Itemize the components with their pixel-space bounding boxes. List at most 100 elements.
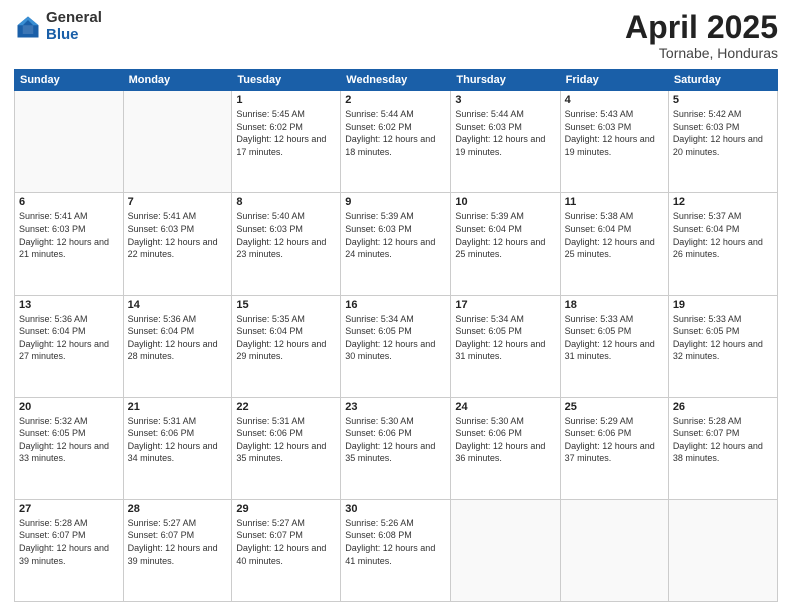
day-info: Sunrise: 5:36 AM Sunset: 6:04 PM Dayligh… [19, 313, 119, 363]
calendar-day-cell [668, 499, 777, 601]
calendar-day-cell: 9 Sunrise: 5:39 AM Sunset: 6:03 PM Daylig… [341, 193, 451, 295]
day-info: Sunrise: 5:44 AM Sunset: 6:02 PM Dayligh… [345, 108, 446, 158]
calendar-day-cell: 19 Sunrise: 5:33 AM Sunset: 6:05 PM Dayli… [668, 295, 777, 397]
day-info: Sunrise: 5:33 AM Sunset: 6:05 PM Dayligh… [673, 313, 773, 363]
page: General Blue April 2025 Tornabe, Hondura… [0, 0, 792, 612]
day-number: 18 [565, 299, 664, 311]
calendar-day-cell: 15 Sunrise: 5:35 AM Sunset: 6:04 PM Dayli… [232, 295, 341, 397]
day-info: Sunrise: 5:43 AM Sunset: 6:03 PM Dayligh… [565, 108, 664, 158]
day-number: 22 [236, 401, 336, 413]
header: General Blue April 2025 Tornabe, Hondura… [14, 10, 778, 61]
calendar-day-cell: 20 Sunrise: 5:32 AM Sunset: 6:05 PM Dayli… [15, 397, 124, 499]
day-info: Sunrise: 5:41 AM Sunset: 6:03 PM Dayligh… [128, 210, 228, 260]
header-sunday: Sunday [15, 70, 124, 91]
day-info: Sunrise: 5:29 AM Sunset: 6:06 PM Dayligh… [565, 415, 664, 465]
day-number: 9 [345, 196, 446, 208]
day-info: Sunrise: 5:32 AM Sunset: 6:05 PM Dayligh… [19, 415, 119, 465]
day-info: Sunrise: 5:38 AM Sunset: 6:04 PM Dayligh… [565, 210, 664, 260]
weekday-header-row: Sunday Monday Tuesday Wednesday Thursday… [15, 70, 778, 91]
day-number: 27 [19, 503, 119, 515]
day-number: 6 [19, 196, 119, 208]
calendar-day-cell: 27 Sunrise: 5:28 AM Sunset: 6:07 PM Dayli… [15, 499, 124, 601]
day-number: 30 [345, 503, 446, 515]
header-saturday: Saturday [668, 70, 777, 91]
day-number: 20 [19, 401, 119, 413]
day-info: Sunrise: 5:33 AM Sunset: 6:05 PM Dayligh… [565, 313, 664, 363]
day-number: 24 [455, 401, 555, 413]
day-info: Sunrise: 5:34 AM Sunset: 6:05 PM Dayligh… [345, 313, 446, 363]
header-friday: Friday [560, 70, 668, 91]
day-number: 26 [673, 401, 773, 413]
day-number: 12 [673, 196, 773, 208]
day-info: Sunrise: 5:27 AM Sunset: 6:07 PM Dayligh… [128, 517, 228, 567]
title-block: April 2025 Tornabe, Honduras [625, 10, 778, 61]
day-info: Sunrise: 5:36 AM Sunset: 6:04 PM Dayligh… [128, 313, 228, 363]
day-info: Sunrise: 5:41 AM Sunset: 6:03 PM Dayligh… [19, 210, 119, 260]
day-number: 7 [128, 196, 228, 208]
day-number: 21 [128, 401, 228, 413]
logo-blue: Blue [46, 27, 102, 44]
calendar-week-row: 27 Sunrise: 5:28 AM Sunset: 6:07 PM Dayli… [15, 499, 778, 601]
calendar-day-cell: 2 Sunrise: 5:44 AM Sunset: 6:02 PM Daylig… [341, 91, 451, 193]
calendar-day-cell: 11Sunrise: 5:38 AM Sunset: 6:04 PM Dayli… [560, 193, 668, 295]
day-number: 5 [673, 94, 773, 106]
calendar-week-row: 20 Sunrise: 5:32 AM Sunset: 6:05 PM Dayli… [15, 397, 778, 499]
calendar-day-cell: 26Sunrise: 5:28 AM Sunset: 6:07 PM Dayli… [668, 397, 777, 499]
day-number: 10 [455, 196, 555, 208]
calendar-day-cell: 6 Sunrise: 5:41 AM Sunset: 6:03 PM Daylig… [15, 193, 124, 295]
calendar-day-cell: 3Sunrise: 5:44 AM Sunset: 6:03 PM Daylig… [451, 91, 560, 193]
day-number: 14 [128, 299, 228, 311]
day-info: Sunrise: 5:37 AM Sunset: 6:04 PM Dayligh… [673, 210, 773, 260]
calendar-day-cell: 5 Sunrise: 5:42 AM Sunset: 6:03 PM Daylig… [668, 91, 777, 193]
calendar-table: Sunday Monday Tuesday Wednesday Thursday… [14, 69, 778, 602]
day-number: 15 [236, 299, 336, 311]
logo-general: General [46, 10, 102, 27]
calendar-day-cell: 13Sunrise: 5:36 AM Sunset: 6:04 PM Dayli… [15, 295, 124, 397]
day-info: Sunrise: 5:35 AM Sunset: 6:04 PM Dayligh… [236, 313, 336, 363]
calendar-day-cell: 25 Sunrise: 5:29 AM Sunset: 6:06 PM Dayli… [560, 397, 668, 499]
day-info: Sunrise: 5:31 AM Sunset: 6:06 PM Dayligh… [236, 415, 336, 465]
day-info: Sunrise: 5:26 AM Sunset: 6:08 PM Dayligh… [345, 517, 446, 567]
day-info: Sunrise: 5:28 AM Sunset: 6:07 PM Dayligh… [19, 517, 119, 567]
calendar-day-cell [451, 499, 560, 601]
calendar-day-cell [15, 91, 124, 193]
calendar-day-cell [123, 91, 232, 193]
title-location: Tornabe, Honduras [625, 45, 778, 61]
day-number: 16 [345, 299, 446, 311]
day-number: 19 [673, 299, 773, 311]
calendar-day-cell: 7 Sunrise: 5:41 AM Sunset: 6:03 PM Daylig… [123, 193, 232, 295]
day-info: Sunrise: 5:30 AM Sunset: 6:06 PM Dayligh… [455, 415, 555, 465]
calendar-week-row: 1Sunrise: 5:45 AM Sunset: 6:02 PM Daylig… [15, 91, 778, 193]
calendar-day-cell: 4 Sunrise: 5:43 AM Sunset: 6:03 PM Daylig… [560, 91, 668, 193]
calendar-day-cell: 23 Sunrise: 5:30 AM Sunset: 6:06 PM Dayli… [341, 397, 451, 499]
header-wednesday: Wednesday [341, 70, 451, 91]
calendar-day-cell: 24 Sunrise: 5:30 AM Sunset: 6:06 PM Dayli… [451, 397, 560, 499]
day-info: Sunrise: 5:27 AM Sunset: 6:07 PM Dayligh… [236, 517, 336, 567]
day-info: Sunrise: 5:31 AM Sunset: 6:06 PM Dayligh… [128, 415, 228, 465]
day-number: 4 [565, 94, 664, 106]
calendar-day-cell: 10Sunrise: 5:39 AM Sunset: 6:04 PM Dayli… [451, 193, 560, 295]
day-info: Sunrise: 5:42 AM Sunset: 6:03 PM Dayligh… [673, 108, 773, 158]
calendar-day-cell: 12 Sunrise: 5:37 AM Sunset: 6:04 PM Dayli… [668, 193, 777, 295]
logo-text: General Blue [46, 10, 102, 43]
day-number: 23 [345, 401, 446, 413]
day-info: Sunrise: 5:39 AM Sunset: 6:03 PM Dayligh… [345, 210, 446, 260]
day-number: 29 [236, 503, 336, 515]
calendar-day-cell: 29 Sunrise: 5:27 AM Sunset: 6:07 PM Dayli… [232, 499, 341, 601]
calendar-day-cell: 21 Sunrise: 5:31 AM Sunset: 6:06 PM Dayli… [123, 397, 232, 499]
day-number: 2 [345, 94, 446, 106]
day-info: Sunrise: 5:34 AM Sunset: 6:05 PM Dayligh… [455, 313, 555, 363]
calendar-day-cell: 22 Sunrise: 5:31 AM Sunset: 6:06 PM Dayli… [232, 397, 341, 499]
calendar-day-cell: 1Sunrise: 5:45 AM Sunset: 6:02 PM Daylig… [232, 91, 341, 193]
day-info: Sunrise: 5:44 AM Sunset: 6:03 PM Dayligh… [455, 108, 555, 158]
day-info: Sunrise: 5:40 AM Sunset: 6:03 PM Dayligh… [236, 210, 336, 260]
calendar-week-row: 13Sunrise: 5:36 AM Sunset: 6:04 PM Dayli… [15, 295, 778, 397]
calendar-day-cell [560, 499, 668, 601]
day-info: Sunrise: 5:30 AM Sunset: 6:06 PM Dayligh… [345, 415, 446, 465]
day-info: Sunrise: 5:45 AM Sunset: 6:02 PM Dayligh… [236, 108, 336, 158]
day-number: 25 [565, 401, 664, 413]
header-tuesday: Tuesday [232, 70, 341, 91]
calendar-day-cell: 28Sunrise: 5:27 AM Sunset: 6:07 PM Dayli… [123, 499, 232, 601]
day-number: 17 [455, 299, 555, 311]
calendar-day-cell: 18 Sunrise: 5:33 AM Sunset: 6:05 PM Dayli… [560, 295, 668, 397]
